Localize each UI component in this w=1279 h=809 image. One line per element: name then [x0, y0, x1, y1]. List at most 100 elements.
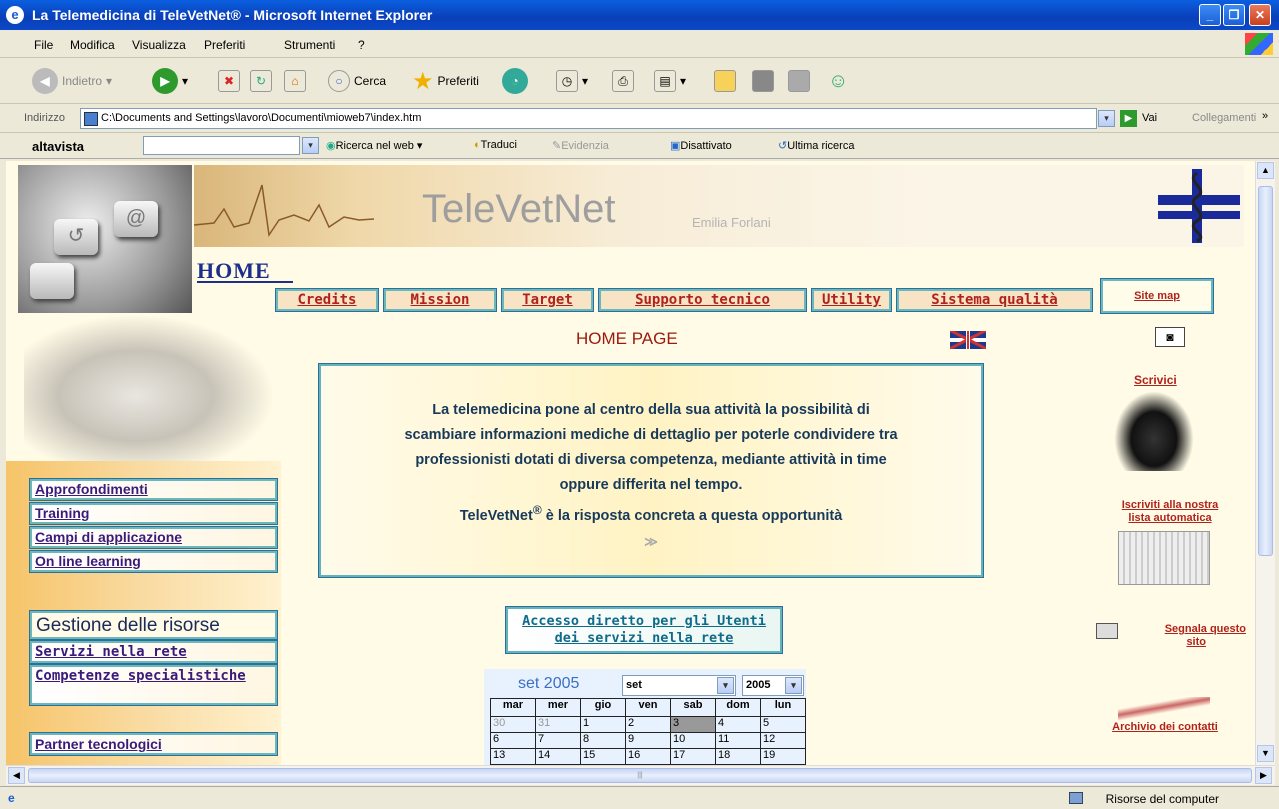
calendar-day[interactable]: 16 [625, 748, 671, 765]
horizontal-scrollbar[interactable]: ◀ ||| ▶ [6, 765, 1275, 785]
calendar-day[interactable]: 14 [535, 748, 581, 765]
menu-help[interactable]: ? [358, 38, 365, 52]
address-input[interactable]: C:\Documents and Settings\lavoro\Documen… [80, 108, 1097, 129]
uk-flag-icon[interactable] [950, 331, 986, 349]
research-button[interactable] [752, 67, 774, 95]
calendar-day[interactable]: 11 [715, 732, 761, 749]
translate-button[interactable]: ◐Traduci [474, 139, 517, 151]
vertical-scrollbar[interactable]: ▲ ▼ [1255, 161, 1275, 765]
disabled-button[interactable]: ▣Disattivato [670, 139, 732, 152]
typewriter-image[interactable] [1114, 391, 1194, 471]
go-arrow-icon[interactable]: ▶ [1120, 110, 1137, 127]
intro-line-2: scambiare informazioni mediche di dettag… [404, 427, 898, 443]
segnala-link[interactable]: Segnala questo sito [1096, 623, 1246, 649]
menu-strumenti[interactable]: Strumenti [284, 38, 335, 52]
year-select[interactable]: 2005 ▾ [742, 675, 804, 696]
nav-target[interactable]: Target [501, 288, 594, 312]
messenger-button[interactable] [788, 67, 810, 95]
close-button[interactable]: ✕ [1249, 4, 1271, 26]
calendar-day[interactable]: 12 [760, 732, 806, 749]
calendar-week-row: 6 7 8 9 10 11 12 [490, 732, 806, 749]
link-partner-tecnologici[interactable]: Partner tecnologici [29, 732, 278, 756]
archivio-contatti-link[interactable]: Archivio dei contatti [1090, 721, 1240, 733]
calendar-day[interactable]: 31 [535, 716, 581, 733]
back-button[interactable]: ◀ Indietro ▾ [32, 67, 112, 95]
link-approfondimenti[interactable]: Approfondimenti [29, 478, 278, 501]
history-button[interactable]: ◷ ▾ [556, 67, 588, 95]
newspaper-image[interactable] [1118, 531, 1210, 585]
nav-utility[interactable]: Utility [811, 288, 892, 312]
highlight-button[interactable]: ✎Evidenzia [552, 139, 609, 152]
altavista-dropdown[interactable]: ▾ [302, 137, 319, 154]
link-competenze[interactable]: Competenze specialistiche [29, 664, 278, 706]
calendar-day[interactable]: 5 [760, 716, 806, 733]
maximize-button[interactable]: ❐ [1223, 4, 1245, 26]
calendar-day[interactable]: 7 [535, 732, 581, 749]
media-icon: ◔ [502, 68, 528, 94]
media-button[interactable]: ◔ [502, 67, 528, 95]
calendar-day[interactable]: 10 [670, 732, 716, 749]
folder-button[interactable] [714, 67, 736, 95]
calendar-day[interactable]: 30 [490, 716, 536, 733]
last-search-button[interactable]: ↺Ultima ricerca [778, 139, 854, 152]
scrivici-link[interactable]: Scrivici [1134, 373, 1177, 387]
address-dropdown[interactable]: ▾ [1098, 110, 1115, 127]
iscriviti-link[interactable]: Iscriviti alla nostra lista automatica [1096, 499, 1244, 525]
chevron-right-icon[interactable]: » [1262, 110, 1268, 122]
scroll-left-icon[interactable]: ◀ [8, 767, 25, 784]
month-select[interactable]: set ▾ [622, 675, 736, 696]
refresh-button[interactable]: ↻ [250, 67, 272, 95]
calendar-day[interactable]: 2 [625, 716, 671, 733]
calendar-day[interactable]: 15 [580, 748, 626, 765]
accesso-utenti-link[interactable]: Accesso diretto per gli Utenti dei servi… [505, 606, 783, 654]
year-value: 2005 [746, 679, 771, 691]
scroll-down-icon[interactable]: ▼ [1257, 745, 1274, 762]
vertical-scroll-thumb[interactable] [1258, 186, 1273, 556]
nav-mission[interactable]: Mission [383, 288, 497, 312]
calendar-day-selected[interactable]: 3 [670, 716, 716, 733]
link-training[interactable]: Training [29, 502, 278, 525]
calendar-day[interactable]: 19 [760, 748, 806, 765]
minimize-button[interactable]: _ [1199, 4, 1221, 26]
more-arrow-icon[interactable]: ≫ [327, 529, 975, 554]
nav-supporto-tecnico[interactable]: Supporto tecnico [598, 288, 807, 312]
calendar-day[interactable]: 8 [580, 732, 626, 749]
calendar-day[interactable]: 4 [715, 716, 761, 733]
forward-button[interactable]: ▶ ▾ [152, 67, 188, 95]
search-button[interactable]: ○ Cerca [328, 67, 386, 95]
scroll-right-icon[interactable]: ▶ [1255, 767, 1272, 784]
altavista-search-input[interactable] [143, 136, 300, 155]
favorites-button[interactable]: ★ Preferiti [412, 67, 479, 95]
calendar-day[interactable]: 9 [625, 732, 671, 749]
link-online-learning[interactable]: On line learning [29, 550, 278, 573]
link-servizi-nella-rete[interactable]: Servizi nella rete [29, 640, 278, 664]
site-map-link[interactable]: Site map [1100, 278, 1214, 314]
go-button[interactable]: Vai [1142, 112, 1157, 124]
calendar-day[interactable]: 13 [490, 748, 536, 765]
menu-modifica[interactable]: Modifica [70, 38, 115, 52]
menu-preferiti[interactable]: Preferiti [204, 38, 245, 52]
search-web-button[interactable]: ◉Ricerca nel web ▾ [326, 139, 422, 152]
calendar-day[interactable]: 18 [715, 748, 761, 765]
stop-button[interactable]: ✖ [218, 67, 240, 95]
print-icon: ⎙ [612, 70, 634, 92]
menu-visualizza[interactable]: Visualizza [132, 38, 186, 52]
camera-icon[interactable]: ◙ [1155, 327, 1185, 347]
menu-file[interactable]: File [34, 38, 53, 52]
home-button[interactable]: ⌂ [284, 67, 306, 95]
nav-credits[interactable]: Credits [275, 288, 379, 312]
link-campi-di-applicazione[interactable]: Campi di applicazione [29, 526, 278, 549]
scroll-up-icon[interactable]: ▲ [1257, 162, 1274, 179]
nav-sistema-qualita[interactable]: Sistema qualità [896, 288, 1093, 312]
print-button[interactable]: ⎙ [612, 67, 634, 95]
day-header: mer [535, 698, 581, 717]
calendar-grid: mar mer gio ven sab dom lun 30 31 1 2 3 … [490, 698, 806, 765]
links-button[interactable]: Collegamenti [1192, 112, 1256, 124]
contacts-button[interactable]: ☺ [828, 67, 848, 95]
edit-button[interactable]: ▤ ▾ [654, 67, 686, 95]
calendar-day[interactable]: 6 [490, 732, 536, 749]
back-label: Indietro [62, 74, 103, 88]
horizontal-scroll-thumb[interactable]: ||| [28, 768, 1252, 783]
calendar-day[interactable]: 17 [670, 748, 716, 765]
calendar-day[interactable]: 1 [580, 716, 626, 733]
